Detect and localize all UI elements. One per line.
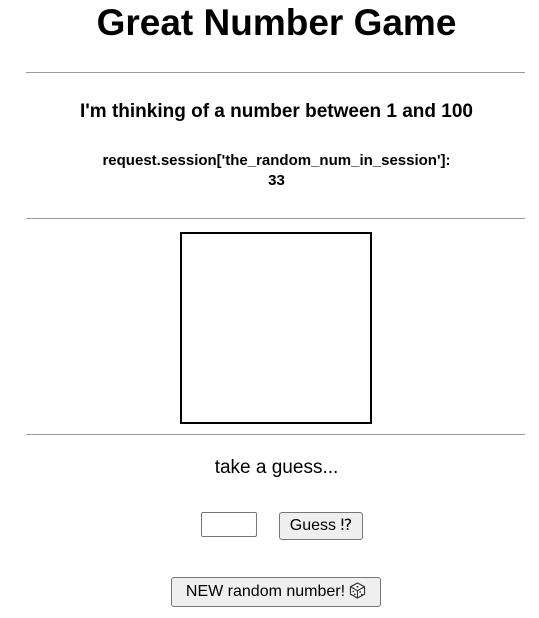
feedback-box	[180, 232, 372, 424]
guess-button-label: Guess ⁉	[289, 517, 353, 534]
guess-input[interactable]	[201, 512, 257, 537]
session-value: 33	[268, 172, 285, 189]
intro-text: I'm thinking of a number between 1 and 1…	[79, 101, 474, 122]
guess-button[interactable]: Guess ⁉	[279, 512, 363, 540]
guess-prompt: take a guess...	[214, 457, 339, 478]
page-title: Great Number Game	[96, 2, 457, 43]
new-random-number-button[interactable]: NEW random number!	[171, 577, 381, 607]
session-label: request.session['the_random_num_in_sessi…	[102, 152, 451, 169]
new-random-number-label: NEW random number!	[185, 583, 346, 600]
page: Great Number Game I'm thinking of a numb…	[0, 0, 539, 618]
middle-divider	[26, 218, 525, 219]
dice-icon	[349, 581, 366, 609]
bottom-divider	[26, 434, 525, 435]
top-divider	[26, 72, 525, 73]
